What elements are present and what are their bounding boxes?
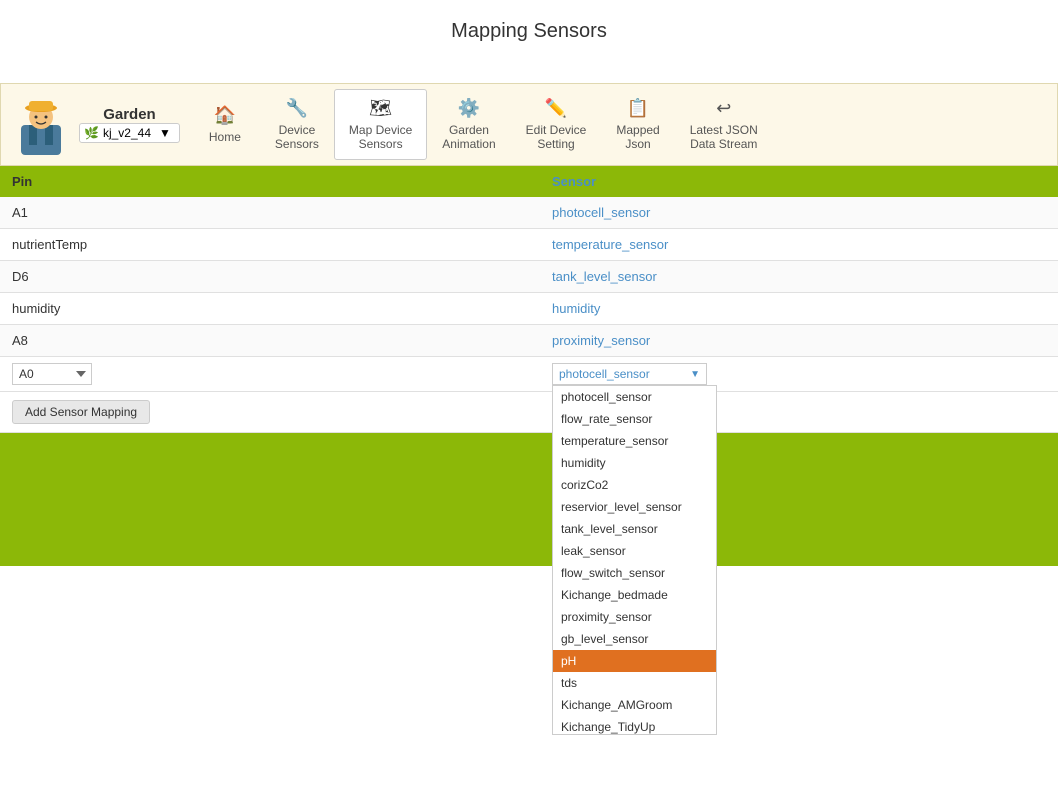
sensor-dropdown-wrapper: photocell_sensor ▼ photocell_sensor flow… — [552, 363, 707, 385]
dropdown-item[interactable]: reservior_level_sensor — [553, 496, 716, 518]
dropdown-item[interactable]: corizCo2 — [553, 474, 716, 496]
dropdown-item[interactable]: Kichange_bedmade — [553, 584, 716, 606]
dropdown-item[interactable]: flow_rate_sensor — [553, 408, 716, 430]
device-name: kj_v2_44 — [103, 126, 151, 140]
sensor-humidity: humidity — [540, 293, 1058, 324]
table-row: D6 tank_level_sensor — [0, 261, 1058, 293]
dropdown-item[interactable]: photocell_sensor — [553, 386, 716, 408]
nav-bar: Garden 🌿 kj_v2_44 ▼ 🏠 Home 🔧 DeviceSenso… — [0, 83, 1058, 166]
dropdown-item[interactable]: tank_level_sensor — [553, 518, 716, 540]
new-mapping-row: A0 A1 A2 D6 D7 photocell_sensor ▼ photoc… — [0, 357, 1058, 392]
main-content: Pin Sensor A1 photocell_sensor nutrientT… — [0, 166, 1058, 566]
map-device-sensors-icon: 🗺 — [369, 98, 392, 119]
pin-d6: D6 — [0, 261, 540, 292]
pin-a1: A1 — [0, 197, 540, 228]
garden-animation-icon: ⚙️ — [458, 98, 480, 119]
nav-item-garden-animation[interactable]: ⚙️ GardenAnimation — [427, 89, 510, 160]
dropdown-item[interactable]: temperature_sensor — [553, 430, 716, 452]
home-icon: 🏠 — [214, 105, 236, 126]
nav-item-latest-json[interactable]: ↩ Latest JSONData Stream — [675, 89, 773, 160]
nav-item-map-device-sensors[interactable]: 🗺 Map DeviceSensors — [334, 89, 427, 160]
nav-item-map-sensors-label: Map DeviceSensors — [349, 123, 412, 151]
page-title: Mapping Sensors — [0, 0, 1058, 83]
dropdown-item[interactable]: flow_switch_sensor — [553, 562, 716, 584]
dropdown-item[interactable]: gb_level_sensor — [553, 628, 716, 650]
dropdown-chevron-icon: ▼ — [690, 369, 700, 380]
device-select[interactable]: 🌿 kj_v2_44 ▼ — [79, 123, 180, 143]
sensor-select-cell: photocell_sensor ▼ photocell_sensor flow… — [540, 357, 1058, 391]
pin-dropdown[interactable]: A0 A1 A2 D6 D7 — [12, 363, 92, 385]
dropdown-arrow-icon: ▼ — [159, 126, 171, 140]
pin-select-cell: A0 A1 A2 D6 D7 — [0, 357, 540, 391]
table-row: A1 photocell_sensor — [0, 197, 1058, 229]
table-row: nutrientTemp temperature_sensor — [0, 229, 1058, 261]
dropdown-item[interactable]: humidity — [553, 452, 716, 474]
nav-item-device-sensors-label: DeviceSensors — [275, 123, 319, 151]
pin-a8: A8 — [0, 325, 540, 356]
device-sensors-icon: 🔧 — [286, 98, 308, 119]
nav-item-edit-device-label: Edit DeviceSetting — [526, 123, 587, 151]
table-container: Pin Sensor A1 photocell_sensor nutrientT… — [0, 166, 1058, 433]
table-header: Pin Sensor — [0, 166, 1058, 197]
sensor-a1: photocell_sensor — [540, 197, 1058, 228]
leaf-icon: 🌿 — [84, 126, 99, 140]
garden-info: Garden 🌿 kj_v2_44 ▼ — [79, 106, 180, 143]
edit-device-setting-icon: ✏️ — [545, 98, 567, 119]
sensor-dropdown-toggle[interactable]: photocell_sensor ▼ — [552, 363, 707, 385]
nav-items: 🏠 Home 🔧 DeviceSensors 🗺 Map DeviceSenso… — [190, 89, 773, 160]
pin-humidity: humidity — [0, 293, 540, 324]
col-sensor-header: Sensor — [540, 166, 1058, 197]
sensor-dropdown-list: photocell_sensor flow_rate_sensor temper… — [552, 385, 717, 735]
add-sensor-mapping-button[interactable]: Add Sensor Mapping — [12, 400, 150, 424]
sensor-d6: tank_level_sensor — [540, 261, 1058, 292]
nav-item-latest-json-label: Latest JSONData Stream — [690, 123, 758, 151]
dropdown-item[interactable]: pH — [553, 650, 716, 672]
dropdown-item[interactable]: Kichange_TidyUp — [553, 716, 716, 735]
avatar — [11, 95, 71, 155]
garden-name: Garden — [103, 106, 156, 123]
nav-item-home[interactable]: 🏠 Home — [190, 89, 260, 160]
nav-item-device-sensors[interactable]: 🔧 DeviceSensors — [260, 89, 334, 160]
latest-json-icon: ↩ — [716, 98, 731, 119]
col-pin-header: Pin — [0, 166, 540, 197]
table-row: humidity humidity — [0, 293, 1058, 325]
table-row: A8 proximity_sensor — [0, 325, 1058, 357]
selected-sensor-label: photocell_sensor — [559, 367, 650, 381]
dropdown-item[interactable]: tds — [553, 672, 716, 694]
nav-item-mapped-json-label: MappedJson — [616, 123, 659, 151]
nav-item-garden-animation-label: GardenAnimation — [442, 123, 495, 151]
pin-nutrienttemp: nutrientTemp — [0, 229, 540, 260]
dropdown-item[interactable]: leak_sensor — [553, 540, 716, 562]
mapped-json-icon: 📋 — [627, 98, 649, 119]
sensor-a8: proximity_sensor — [540, 325, 1058, 356]
nav-item-home-label: Home — [209, 130, 241, 144]
nav-item-mapped-json[interactable]: 📋 MappedJson — [601, 89, 674, 160]
nav-item-edit-device-setting[interactable]: ✏️ Edit DeviceSetting — [511, 89, 602, 160]
sensor-nutrienttemp: temperature_sensor — [540, 229, 1058, 260]
add-sensor-row: Add Sensor Mapping — [0, 392, 1058, 433]
dropdown-item[interactable]: proximity_sensor — [553, 606, 716, 628]
dropdown-item[interactable]: Kichange_AMGroom — [553, 694, 716, 716]
